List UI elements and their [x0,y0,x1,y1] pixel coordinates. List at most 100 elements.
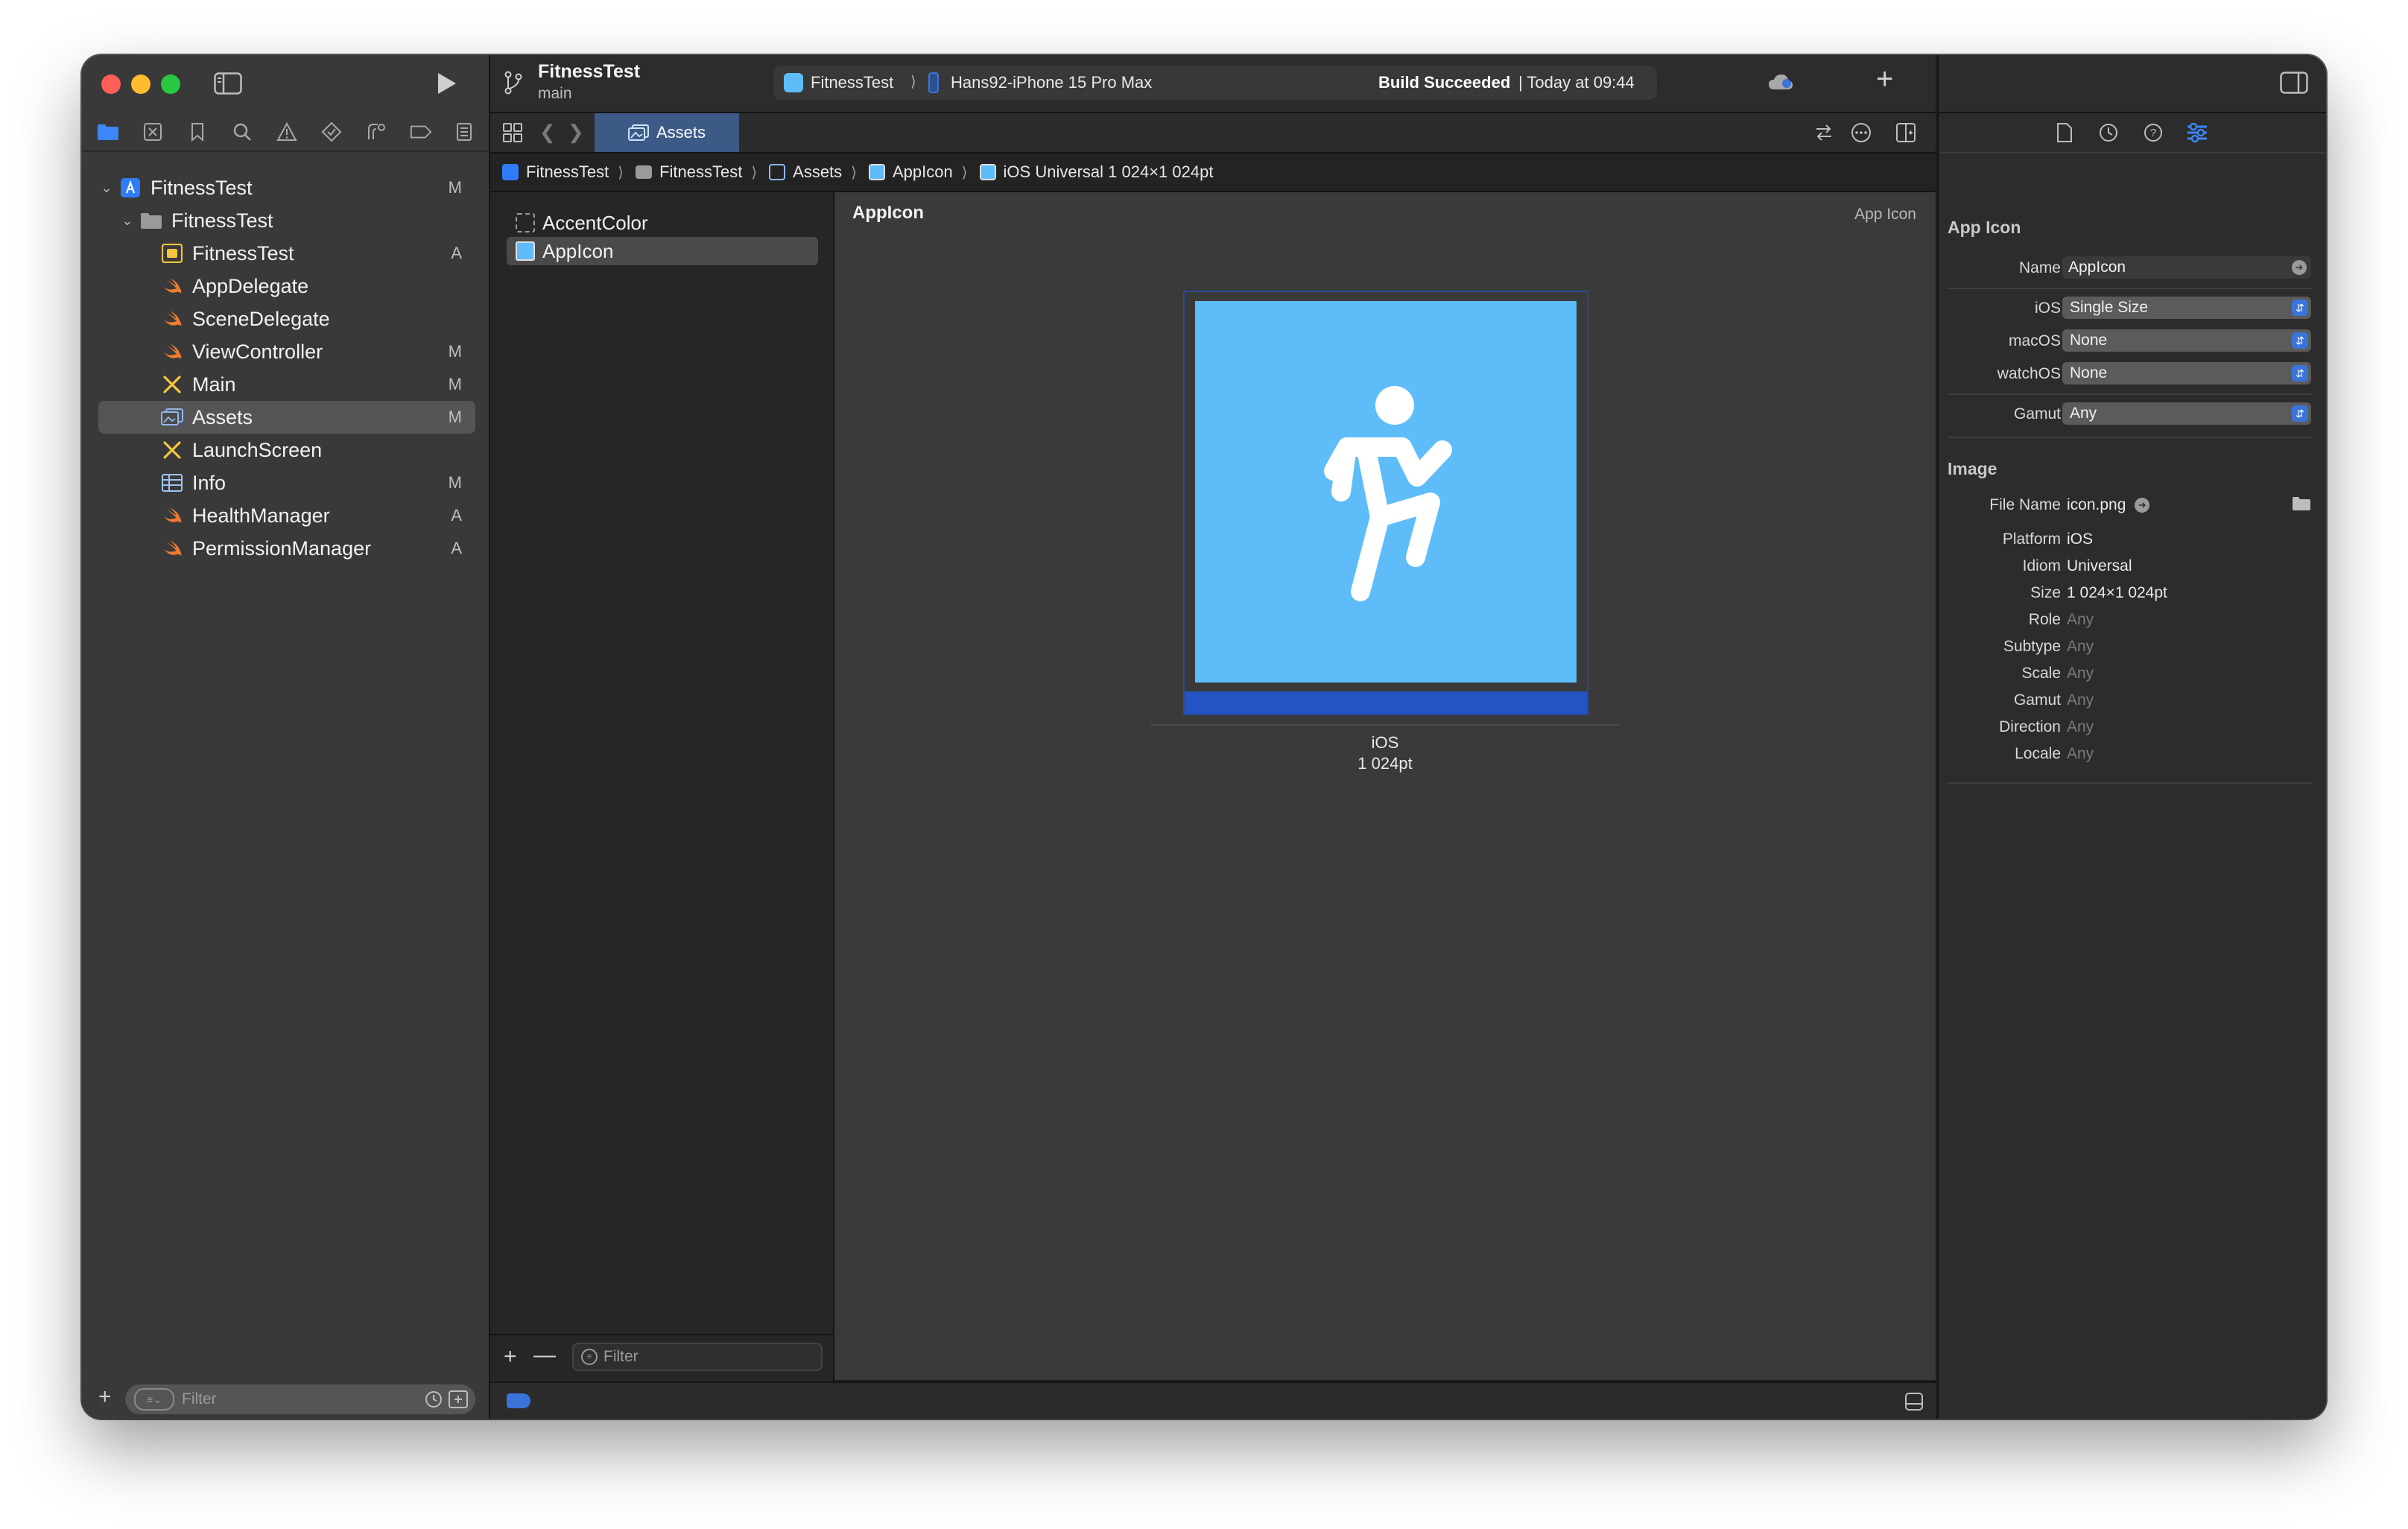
asset-item-accentcolor[interactable]: AccentColor [507,209,818,237]
prop-value: Any [2067,691,2094,709]
history-inspector-icon[interactable] [2098,122,2119,147]
add-asset-button[interactable]: + [504,1344,517,1370]
section-divider [1948,437,2313,438]
tree-row-info[interactable]: Info M [98,466,475,499]
prop-value: 1 024×1 024pt [2067,584,2167,601]
color-set-icon [516,213,535,232]
tree-row-main[interactable]: Main M [98,368,475,401]
tree-row-scenedelegate[interactable]: SceneDelegate [98,303,475,335]
tree-row-viewcontroller[interactable]: ViewController M [98,335,475,368]
asset-item-appicon[interactable]: AppIcon [507,237,818,265]
filter-icon: ≡ [581,1349,598,1365]
gamut-value: Any [2070,405,2097,422]
chevron-down-icon[interactable]: ⌄ [119,213,136,229]
test-navigator-icon[interactable] [320,121,343,143]
image-slot-icon [979,164,996,180]
issue-navigator-icon[interactable] [276,121,298,143]
macos-popup[interactable]: None ⇵ [2062,329,2311,352]
watchos-value: None [2070,364,2108,382]
remove-asset-button[interactable]: — [533,1343,556,1368]
filename-value[interactable]: icon.png ➜ [2067,496,2150,514]
grid-icon[interactable] [502,122,523,147]
close-window-button[interactable] [101,75,121,94]
section-image-header: Image [1948,459,1997,478]
filename-text: icon.png [2067,496,2126,513]
breadcrumb-item-assets[interactable]: Assets ⟩ [769,162,857,182]
go-to-arrow-icon[interactable]: ➜ [2292,260,2307,275]
tree-row-appdelegate[interactable]: AppDelegate [98,270,475,303]
zoom-window-button[interactable] [161,75,180,94]
name-field[interactable]: AppIcon ➜ [2062,256,2311,279]
navigator-selector-bar [82,112,489,152]
attributes-inspector-icon[interactable] [2186,122,2208,147]
debug-area-toggle-icon[interactable] [1904,1392,1924,1415]
project-title[interactable]: FitnessTest [538,61,640,83]
minimize-window-button[interactable] [131,75,150,94]
breadcrumb-item-appicon[interactable]: AppIcon ⟩ [869,162,968,182]
filter-placeholder: Filter [182,1390,217,1408]
tree-row-permissionmanager[interactable]: PermissionManager A [98,532,475,565]
find-navigator-icon[interactable] [231,121,253,143]
source-control-navigator-icon[interactable] [142,121,164,143]
tab-assets[interactable]: Assets [595,113,739,152]
status-badge: A [451,539,462,557]
help-inspector-icon[interactable]: ? [2143,122,2164,147]
breakpoint-navigator-icon[interactable] [410,121,432,143]
tree-row-project[interactable]: ⌄ FitnessTest M [98,171,475,204]
tree-row-group[interactable]: ⌄ FitnessTest [98,204,475,237]
related-items-icon[interactable] [1813,122,1834,147]
watchos-popup[interactable]: None ⇵ [2062,362,2311,384]
editor-options-icon[interactable] [1851,122,1872,147]
prop-value: Universal [2067,557,2132,574]
back-icon[interactable]: ❮ [539,121,556,144]
breadcrumb-item-slot[interactable]: iOS Universal 1 024×1 024pt [979,162,1213,182]
slot-divider [1150,724,1620,726]
asset-label: AccentColor [542,211,648,234]
folder-navigator-icon[interactable] [97,121,119,143]
debug-navigator-icon[interactable] [365,121,387,143]
asset-filter-field[interactable]: ≡ Filter [572,1343,823,1371]
storyboard-icon [161,439,183,461]
sidebar-toggle-icon[interactable] [213,70,243,97]
run-destination-selector[interactable]: Hans92-iPhone 15 Pro Max [951,73,1152,92]
bookmark-navigator-icon[interactable] [186,121,209,143]
swift-icon [161,537,183,560]
gamut-popup[interactable]: Any ⇵ [2062,402,2311,425]
recent-files-icon[interactable] [425,1390,443,1413]
source-control-filter-icon[interactable] [449,1390,468,1413]
attributes-inspector: ? App Icon Name AppIcon ➜ iOS Single Siz… [1937,113,2326,1419]
add-file-button[interactable]: + [98,1384,112,1410]
go-to-arrow-icon[interactable]: ➜ [2135,498,2150,513]
forward-icon[interactable]: ❯ [568,121,584,144]
run-icon[interactable] [432,69,462,98]
tree-row-healthmanager[interactable]: HealthManager A [98,499,475,532]
filter-options-icon[interactable]: ≡⌄ [134,1388,174,1411]
breakpoints-toggle-icon[interactable] [507,1393,530,1408]
report-navigator-icon[interactable] [453,121,475,143]
split-editor-icon[interactable] [1895,122,1916,147]
cloud-status-icon[interactable] [1767,73,1794,95]
tree-row-launchscreen[interactable]: LaunchScreen [98,434,475,466]
inspector-toggle-icon[interactable] [2280,72,2308,98]
tree-row-fitnesstest[interactable]: FitnessTest A [98,237,475,270]
chevron-updown-icon: ⇵ [2292,332,2308,349]
library-add-button[interactable]: + [1876,63,1893,96]
chevron-right-icon: ⟩ [751,164,758,181]
breadcrumb-item-group[interactable]: FitnessTest ⟩ [636,162,757,182]
prop-label: Idiom [2022,557,2061,574]
navigator-filter-field[interactable]: ≡⌄ Filter [125,1384,475,1414]
scheme-selector[interactable]: FitnessTest [811,73,893,92]
breadcrumb: FitnessTest ⟩ FitnessTest ⟩ Assets ⟩ App… [490,153,1936,192]
image-well[interactable] [1183,291,1588,715]
folder-browse-icon[interactable] [2292,496,2311,515]
tree-row-assets[interactable]: Assets M [98,401,475,434]
inspector-selector-bar: ? [1939,113,2326,153]
ios-value: Single Size [2070,299,2149,316]
ios-popup[interactable]: Single Size ⇵ [2062,297,2311,319]
svg-text:?: ? [2150,127,2156,139]
branch-name[interactable]: main [538,85,572,103]
breadcrumb-item-project[interactable]: FitnessTest ⟩ [502,162,624,182]
file-inspector-icon[interactable] [2056,122,2073,147]
chevron-down-icon[interactable]: ⌄ [98,180,115,196]
tree-row-label: ViewController [192,340,323,363]
